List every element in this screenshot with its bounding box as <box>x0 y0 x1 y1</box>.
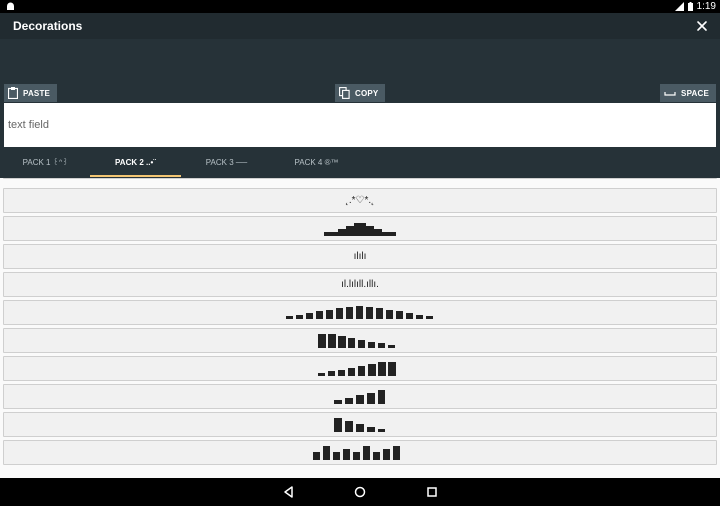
close-icon[interactable] <box>695 19 709 33</box>
pack-tabs: PACK 1 ꒰ᐢ꒱ PACK 2 ..•¨ PACK 3 ── PACK 4 … <box>0 149 720 177</box>
decoration-glyph <box>334 389 385 404</box>
decoration-text: ıl.lılıll.ıllı. <box>341 279 379 290</box>
decoration-item[interactable] <box>3 384 717 409</box>
recent-apps-icon[interactable] <box>425 485 439 499</box>
decoration-list: ˛.*♡*.˛ ılılı ıl.lılıll.ıllı. <box>0 178 720 478</box>
decoration-item[interactable] <box>3 440 717 465</box>
decoration-item[interactable] <box>3 356 717 381</box>
tab-pack-4[interactable]: PACK 4 ®™ <box>271 149 362 177</box>
status-bar: 1:19 <box>0 0 720 13</box>
decoration-item[interactable]: ˛.*♡*.˛ <box>3 188 717 213</box>
decoration-item[interactable] <box>3 328 717 353</box>
back-icon[interactable] <box>282 485 296 499</box>
decoration-glyph <box>324 222 396 236</box>
tab-pack-2[interactable]: PACK 2 ..•¨ <box>90 149 181 177</box>
copy-label: COPY <box>355 88 379 98</box>
decoration-glyph <box>286 305 433 319</box>
home-icon[interactable] <box>353 485 367 499</box>
battery-icon <box>687 2 693 11</box>
copy-button[interactable]: COPY <box>335 84 386 102</box>
page-title: Decorations <box>13 19 83 33</box>
signal-icon <box>674 2 684 11</box>
paste-button[interactable]: PASTE <box>4 84 58 102</box>
decoration-text: ılılı <box>353 251 367 262</box>
decoration-glyph <box>313 445 400 460</box>
space-bar-icon <box>664 92 676 96</box>
decoration-item[interactable]: ılılı <box>3 244 717 269</box>
space-label: SPACE <box>681 88 709 98</box>
space-button[interactable]: SPACE <box>660 84 716 102</box>
decoration-item[interactable]: ıl.lılıll.ıllı. <box>3 272 717 297</box>
decoration-item[interactable] <box>3 216 717 241</box>
decoration-glyph <box>318 333 395 348</box>
paste-label: PASTE <box>23 88 51 98</box>
decoration-glyph <box>334 417 385 432</box>
decoration-item[interactable] <box>3 300 717 325</box>
clipboard-icon <box>8 87 18 99</box>
android-notification-icon <box>7 2 14 10</box>
decoration-text: ˛.*♡*.˛ <box>345 195 375 206</box>
app-bar: Decorations <box>0 13 720 39</box>
decoration-item[interactable] <box>3 412 717 437</box>
status-time: 1:19 <box>696 1 716 12</box>
edit-panel: PASTE COPY SPACE PACK 1 ꒰ᐢ꒱ PACK 2 ..•¨ … <box>0 39 720 179</box>
decoration-item[interactable] <box>3 178 717 179</box>
decoration-glyph <box>318 361 396 376</box>
navigation-bar <box>0 478 720 506</box>
decoration-text-field[interactable] <box>4 103 716 147</box>
tab-pack-3[interactable]: PACK 3 ── <box>181 149 272 177</box>
copy-icon <box>339 87 350 99</box>
tab-pack-1[interactable]: PACK 1 ꒰ᐢ꒱ <box>0 149 91 177</box>
